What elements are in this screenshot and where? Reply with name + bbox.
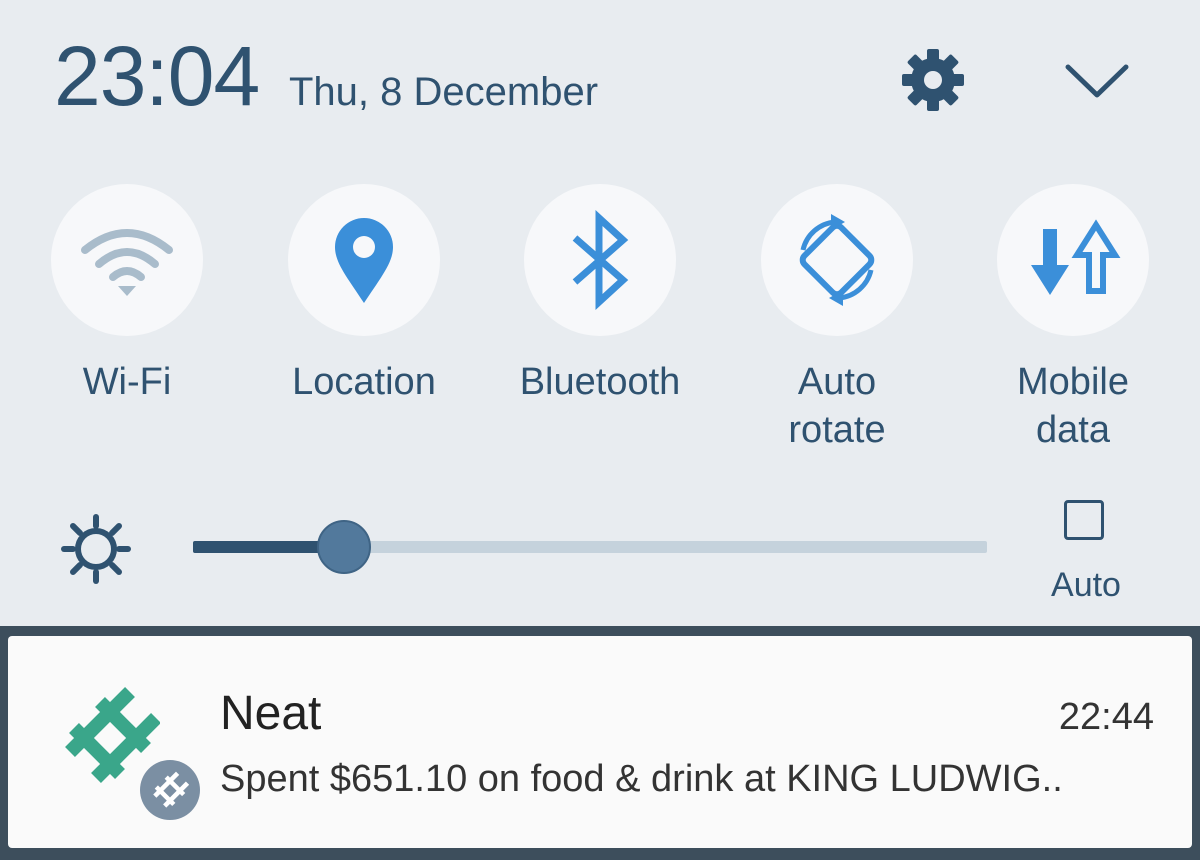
toggle-label: Location: [292, 361, 436, 403]
notification-app-name: Neat: [220, 687, 322, 740]
clock: 23:04: [54, 29, 260, 123]
notification-text: Spent $651.10 on food & drink at KING LU…: [220, 758, 1063, 800]
toggle-bluetooth-button[interactable]: [524, 184, 676, 336]
toggle-mobile-data[interactable]: Mobile data: [953, 184, 1193, 454]
app-badge-icon: [140, 760, 200, 820]
toggle-label: Mobile data: [1017, 361, 1129, 451]
toggle-wifi[interactable]: Wi-Fi: [7, 184, 247, 406]
mobile-data-icon: [1031, 219, 1121, 295]
toggle-label: Bluetooth: [519, 361, 681, 403]
toggle-auto-rotate[interactable]: Auto rotate: [717, 184, 957, 454]
bluetooth-icon: [572, 210, 629, 310]
toggle-label: Auto rotate: [788, 361, 886, 451]
notification-time: 22:44: [1058, 696, 1154, 738]
notification-card[interactable]: Neat 22:44 Spent $651.10 on food & drink…: [8, 636, 1192, 848]
toggle-bluetooth[interactable]: Bluetooth: [480, 184, 720, 406]
date: Thu, 8 December: [289, 70, 599, 114]
toggle-auto-rotate-button[interactable]: [761, 184, 913, 336]
toggle-location-button[interactable]: [288, 184, 440, 336]
toggle-label: Wi-Fi: [82, 361, 172, 403]
chevron-down-icon[interactable]: [1062, 55, 1132, 105]
location-pin-icon: [335, 218, 393, 303]
brightness-slider-handle[interactable]: [316, 520, 371, 574]
wifi-icon: [81, 229, 173, 296]
toggle-location[interactable]: Location: [244, 184, 484, 406]
brightness-icon: [61, 514, 131, 584]
quick-settings-panel: 23:04 Thu, 8 December Wi-Fi Location Blu…: [0, 0, 1200, 626]
gear-icon[interactable]: [898, 45, 968, 115]
auto-brightness-label: Auto: [1051, 566, 1121, 604]
auto-brightness-checkbox[interactable]: [1064, 500, 1104, 540]
toggle-mobile-data-button[interactable]: [997, 184, 1149, 336]
auto-rotate-icon: [799, 214, 875, 306]
toggle-wifi-button[interactable]: [51, 184, 203, 336]
brightness-slider[interactable]: [193, 541, 987, 553]
